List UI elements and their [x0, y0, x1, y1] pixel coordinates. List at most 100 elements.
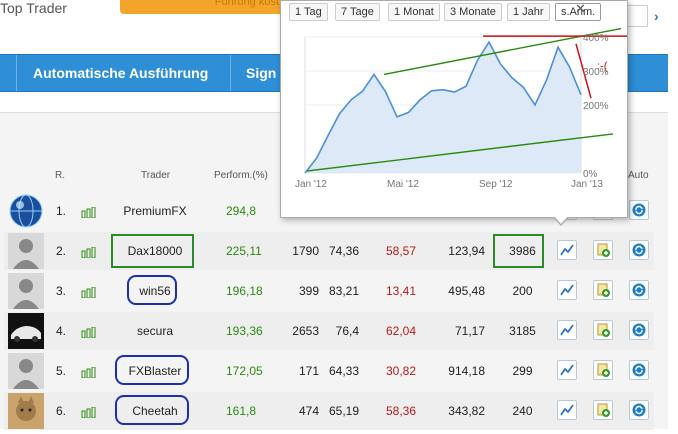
rank-number: 2. — [56, 244, 67, 258]
follower-count: 299 — [512, 364, 533, 378]
max-drawdown: 62,04 — [385, 324, 416, 338]
highlight-box — [493, 234, 544, 268]
trades-count: 1790 — [292, 244, 319, 258]
close-icon[interactable]: ✕ — [575, 1, 586, 17]
avatar[interactable] — [8, 233, 44, 269]
table-row[interactable]: 5. FXBlaster 172,05 171 64,33 30,82 914,18 299 — [4, 352, 654, 390]
rank-number: 1. — [56, 204, 67, 218]
performance-value: 172,05 — [226, 364, 263, 378]
header-performance[interactable]: Perform.(%) — [214, 170, 268, 181]
performance-value: 193,36 — [226, 324, 263, 338]
table-row[interactable]: 6. Cheetah 161,8 474 65,19 58,36 343,82 240 — [4, 392, 654, 430]
rank-number: 4. — [56, 324, 67, 338]
win-rate: 83,21 — [328, 284, 359, 298]
rank-number: 5. — [56, 364, 67, 378]
chart-button[interactable] — [557, 320, 577, 340]
avatar[interactable] — [8, 393, 44, 429]
x-tick-label: Sep '12 — [479, 179, 513, 190]
rank-trend-icon — [81, 365, 97, 379]
profit-factor: 343,82 — [448, 404, 485, 418]
add-trader-button[interactable] — [593, 320, 613, 340]
highlight-box — [127, 275, 177, 305]
rank-trend-icon — [81, 405, 97, 419]
add-trader-button[interactable] — [593, 240, 613, 260]
auto-follow-button[interactable] — [629, 360, 649, 380]
max-drawdown: 13,41 — [385, 284, 416, 298]
performance-value: 225,11 — [226, 244, 262, 258]
follower-count: 200 — [512, 284, 533, 298]
promo-banner-text: Führung kost — [214, 0, 279, 8]
auto-follow-button[interactable] — [629, 240, 649, 260]
avatar[interactable] — [8, 353, 44, 389]
profit-factor: 123,94 — [448, 244, 485, 258]
rank-number: 6. — [56, 404, 67, 418]
y-tick-label: 400% — [583, 33, 609, 44]
x-tick-label: Mai '12 — [387, 179, 419, 190]
header-auto: Auto — [628, 170, 649, 181]
table-row[interactable]: 2. Dax18000 225,11 1790 74,36 58,57 123,94 3986 — [4, 232, 654, 270]
win-rate: 74,36 — [328, 244, 359, 258]
auto-follow-button[interactable] — [629, 400, 649, 420]
highlight-box — [111, 234, 194, 268]
header-rank: R. — [55, 170, 65, 181]
tab-1-tag[interactable]: 1 Tag — [289, 3, 328, 21]
trades-count: 399 — [298, 284, 319, 298]
trader-name[interactable]: PremiumFX — [122, 204, 188, 218]
chart-button[interactable] — [557, 240, 577, 260]
next-page-icon[interactable]: › — [654, 8, 659, 24]
win-rate: 76,4 — [335, 324, 359, 338]
page-title: Top Trader — [0, 0, 67, 16]
tab-1-monat[interactable]: 1 Monat — [388, 3, 440, 21]
max-drawdown: 30,82 — [385, 364, 416, 378]
avatar[interactable] — [8, 273, 44, 309]
add-trader-button[interactable] — [593, 400, 613, 420]
auto-follow-button[interactable] — [629, 320, 649, 340]
x-tick-label: Jan '13 — [571, 179, 603, 190]
y-tick-label: 200% — [583, 101, 609, 112]
win-rate: 65,19 — [328, 404, 359, 418]
popup-pointer-fill — [554, 216, 568, 224]
performance-value: 161,8 — [226, 404, 257, 418]
profit-factor: 495,48 — [448, 284, 485, 298]
highlight-box — [115, 395, 189, 425]
tab-3-monate[interactable]: 3 Monate — [444, 3, 502, 21]
trades-count: 2653 — [292, 324, 319, 338]
rank-trend-icon — [81, 205, 97, 219]
trader-name[interactable]: secura — [122, 324, 188, 338]
rank-number: 3. — [56, 284, 67, 298]
chart-button[interactable] — [557, 400, 577, 420]
avatar[interactable] — [8, 193, 44, 229]
y-tick-label: 300% — [583, 67, 609, 78]
header-trader[interactable]: Trader — [141, 170, 170, 181]
trades-count: 171 — [298, 364, 319, 378]
add-trader-button[interactable] — [593, 280, 613, 300]
profit-factor: 71,17 — [454, 324, 485, 338]
add-trader-button[interactable] — [593, 360, 613, 380]
x-tick-label: Jan '12 — [295, 179, 327, 190]
rank-trend-icon — [81, 325, 97, 339]
nav-item-signale[interactable]: Sign — [246, 65, 276, 81]
max-drawdown: 58,36 — [385, 404, 416, 418]
period-tabs: 1 Tag 7 Tage 1 Monat 3 Monate 1 Jahr s.A… — [281, 1, 627, 23]
trades-count: 474 — [298, 404, 319, 418]
profit-factor: 914,18 — [448, 364, 485, 378]
auto-follow-button[interactable] — [629, 200, 649, 220]
performance-value: 294,8 — [226, 204, 257, 218]
follower-count: 3185 — [509, 324, 536, 338]
promo-banner[interactable]: Führung kost — [120, 0, 285, 14]
table-row[interactable]: 3. win56 196,18 399 83,21 13,41 495,48 200 — [4, 272, 654, 310]
chart-button[interactable] — [557, 360, 577, 380]
nav-item-automatische-ausfuehrung[interactable]: Automatische Ausführung — [33, 65, 208, 81]
performance-value: 196,18 — [226, 284, 263, 298]
chart-button[interactable] — [557, 280, 577, 300]
win-rate: 64,33 — [328, 364, 359, 378]
performance-chart: :-(400%300%200%0%Jan '12 Mai '12 Sep '12 Ja… — [295, 27, 627, 190]
nav-divider — [230, 55, 231, 91]
tab-7-tage[interactable]: 7 Tage — [335, 3, 380, 21]
tab-1-jahr[interactable]: 1 Jahr — [507, 3, 550, 21]
auto-follow-button[interactable] — [629, 280, 649, 300]
rank-trend-icon — [81, 245, 97, 259]
page-input[interactable] — [626, 5, 648, 27]
table-row[interactable]: 4. secura 193,36 2653 76,4 62,04 71,17 3185 — [4, 312, 654, 350]
avatar[interactable] — [8, 313, 44, 349]
